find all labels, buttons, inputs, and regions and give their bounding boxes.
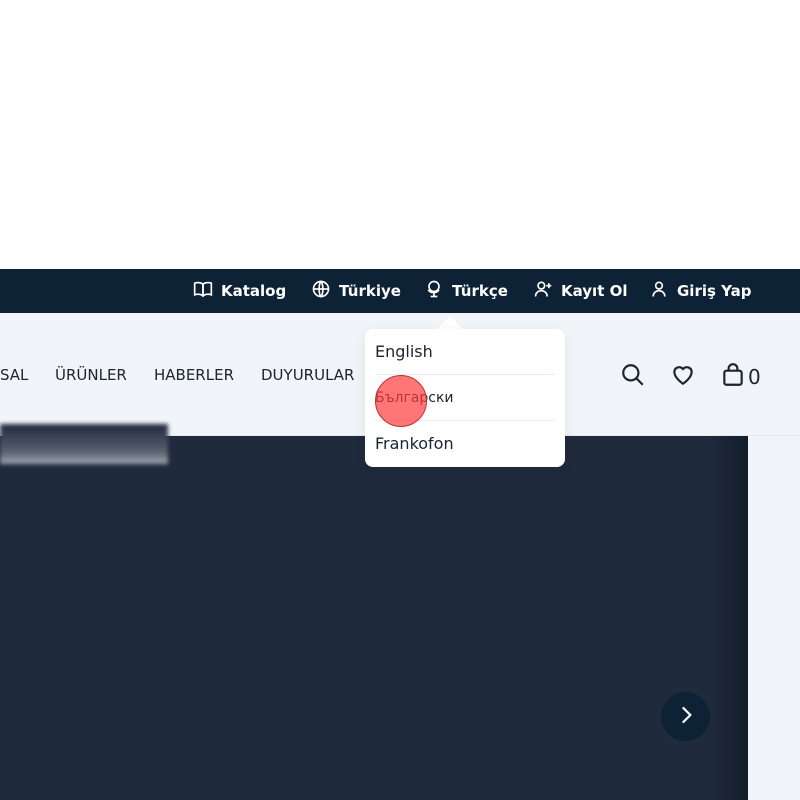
heart-icon[interactable] bbox=[670, 362, 696, 388]
language-option-frankofon[interactable]: Frankofon bbox=[375, 421, 555, 467]
topbar-catalog-link[interactable]: Katalog bbox=[193, 269, 286, 313]
hero-edge-shade bbox=[708, 436, 748, 800]
world-stand-icon bbox=[424, 279, 444, 303]
user-icon bbox=[649, 279, 669, 303]
topbar-login-label: Giriş Yap bbox=[677, 282, 752, 300]
blank-area bbox=[0, 0, 800, 269]
user-add-icon bbox=[533, 279, 553, 303]
hero-side-gap bbox=[748, 436, 800, 800]
hero-blurred-strip bbox=[0, 424, 168, 464]
nav-link-partial[interactable]: SAL bbox=[0, 366, 28, 384]
topbar-language-toggle[interactable]: Türkçe bbox=[424, 269, 508, 313]
language-option-bulgarian[interactable]: Български bbox=[375, 375, 555, 421]
dropdown-pointer bbox=[437, 316, 463, 329]
book-icon bbox=[193, 279, 213, 303]
cart-count: 0 bbox=[748, 365, 761, 389]
search-icon[interactable] bbox=[620, 362, 646, 388]
topbar-catalog-label: Katalog bbox=[221, 282, 287, 300]
topbar-login-link[interactable]: Giriş Yap bbox=[649, 269, 752, 313]
globe-icon bbox=[311, 279, 331, 303]
topbar-register-label: Kayıt Ol bbox=[561, 282, 628, 300]
nav-link-news[interactable]: HABERLER bbox=[154, 366, 234, 384]
language-dropdown: English Български Frankofon bbox=[365, 329, 565, 467]
language-option-english[interactable]: English bbox=[375, 329, 555, 375]
hero-slider bbox=[0, 436, 748, 800]
nav-link-announcements[interactable]: DUYURULAR bbox=[261, 366, 354, 384]
chevron-right-icon bbox=[673, 702, 699, 732]
nav-link-products[interactable]: ÜRÜNLER bbox=[55, 366, 127, 384]
shopping-bag-icon[interactable] bbox=[720, 362, 746, 388]
topbar-register-link[interactable]: Kayıt Ol bbox=[533, 269, 628, 313]
topbar-language-label: Türkçe bbox=[452, 282, 508, 300]
top-bar: Katalog Türkiye Türkçe Kayıt Ol Giriş Ya… bbox=[0, 269, 800, 313]
slider-next-button[interactable] bbox=[661, 692, 710, 741]
topbar-country-label: Türkiye bbox=[339, 282, 401, 300]
topbar-country-link[interactable]: Türkiye bbox=[311, 269, 401, 313]
